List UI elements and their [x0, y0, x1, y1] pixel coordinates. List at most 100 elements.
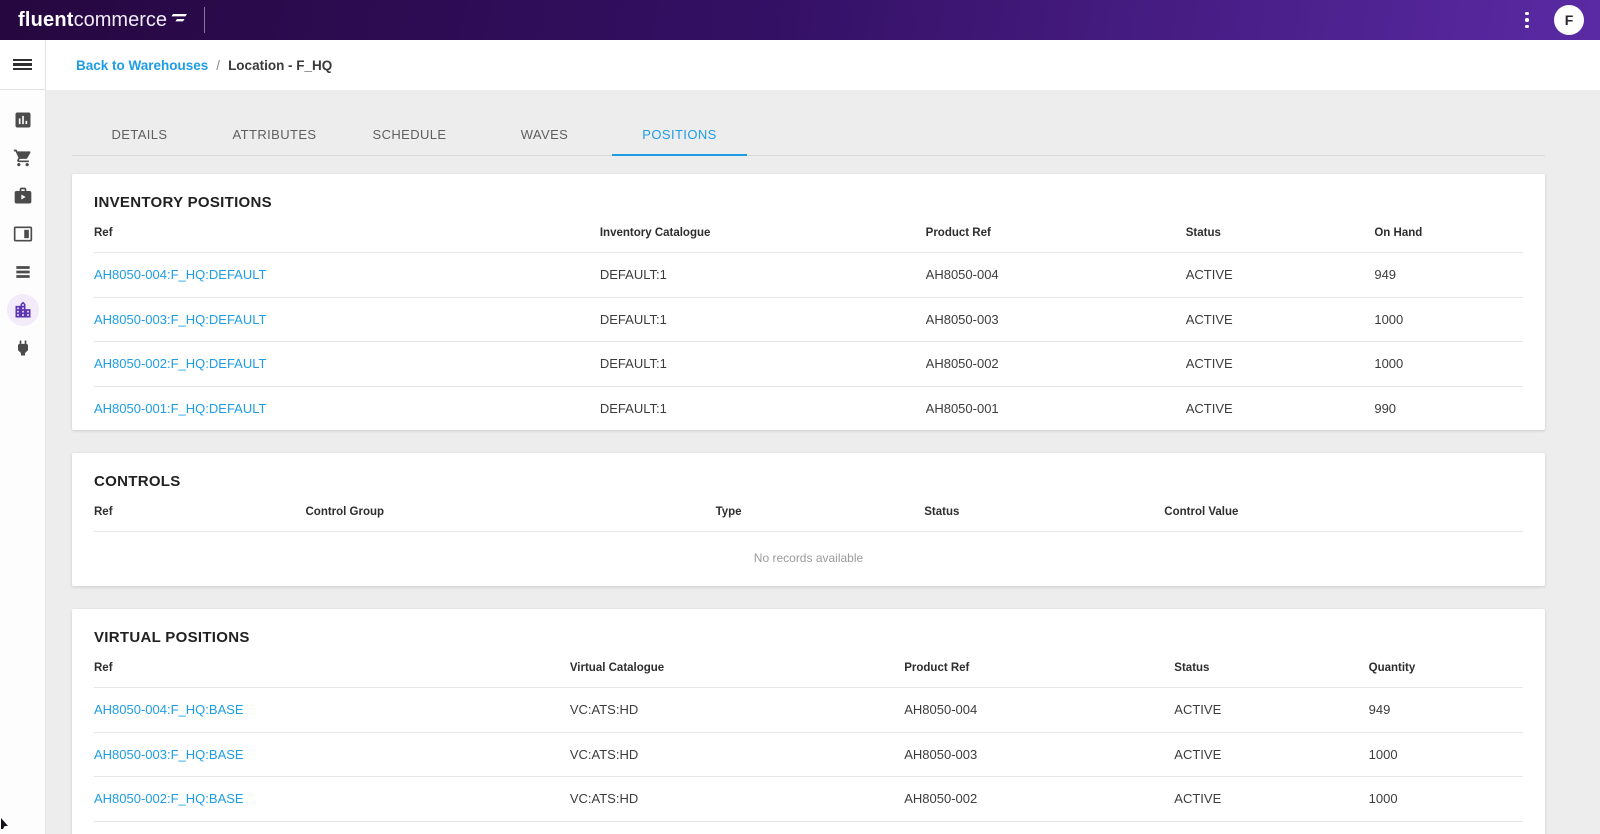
- table-cell: AH8050-002: [904, 791, 978, 807]
- table-cell: AH8050-004: [925, 267, 999, 283]
- table-cell: VC:ATS:HD: [569, 746, 639, 762]
- table-cell: 949: [1368, 702, 1391, 718]
- sidebar-icon-list: [6, 90, 39, 370]
- controls-table: Ref Control Group Type Status Control Value …: [94, 506, 1523, 586]
- table-cell: AH8050-001: [925, 400, 999, 416]
- page-title: Location - F_HQ: [228, 57, 333, 73]
- table-cell: ACTIVE: [1174, 791, 1222, 807]
- table-cell: DEFAULT:1: [599, 400, 667, 416]
- top-header: fluent commerce F: [0, 0, 1600, 40]
- tab-positions[interactable]: POSITIONS: [612, 117, 747, 156]
- table-cell: 949: [1374, 267, 1397, 283]
- plug-icon: [17, 340, 28, 356]
- table-cell: ACTIVE: [1185, 267, 1233, 283]
- section-title: CONTROLS: [94, 473, 181, 490]
- inventory-positions-card: INVENTORY POSITIONS Ref Inventory Catalog…: [72, 174, 1545, 430]
- column-header: Virtual Catalogue: [569, 662, 665, 674]
- sidebar-item-bar-chart[interactable]: [7, 104, 39, 136]
- bar-chart-icon: [15, 112, 30, 128]
- sidebar-item-briefcase-play[interactable]: [7, 180, 39, 212]
- column-header: Quantity: [1368, 662, 1416, 674]
- column-header: Type: [715, 506, 742, 518]
- hamburger-menu-icon[interactable]: [0, 40, 45, 90]
- back-to-warehouses-link[interactable]: Back to Warehouses: [76, 58, 208, 73]
- table-row: AH8050-002:F_HQ:BASE VC:ATS:HD AH8050-002 A…: [94, 776, 1523, 821]
- virtual-positions-table: Ref Virtual Catalogue Product Ref Status Qua…: [94, 662, 1523, 834]
- overflow-menu-icon[interactable]: [1514, 8, 1540, 33]
- table-cell: 1000: [1368, 746, 1398, 762]
- column-header: On Hand: [1374, 227, 1423, 239]
- sidebar-item-list[interactable]: [7, 256, 39, 288]
- table-cell: DEFAULT:1: [599, 267, 667, 283]
- column-header: Ref: [94, 662, 113, 674]
- brand-glyph-icon: [170, 11, 188, 29]
- row-ref-link[interactable]: AH8050-004:F_HQ:DEFAULT: [94, 267, 600, 282]
- table-row: AH8050-004:F_HQ:BASE VC:ATS:HD AH8050-004 A…: [94, 687, 1523, 732]
- tab-schedule[interactable]: SCHEDULE: [342, 117, 477, 155]
- table-cell: ACTIVE: [1185, 356, 1233, 372]
- table-row-partial: [94, 820, 1523, 834]
- column-header: Inventory Catalogue: [599, 227, 711, 239]
- tab-details[interactable]: DETAILS: [72, 117, 207, 155]
- table-cell: 990: [1374, 400, 1397, 416]
- row-ref-link[interactable]: AH8050-002:F_HQ:BASE: [94, 791, 570, 806]
- sidebar-item-plug[interactable]: [7, 332, 39, 364]
- list-icon: [15, 266, 30, 278]
- table-cell: 1000: [1374, 356, 1404, 372]
- tab-waves[interactable]: WAVES: [477, 117, 612, 155]
- breadcrumb-separator: /: [216, 57, 221, 73]
- briefcase-play-icon: [14, 187, 31, 204]
- column-header: Status: [1174, 662, 1210, 674]
- column-header: Product Ref: [925, 227, 991, 239]
- column-header: Status: [1185, 227, 1221, 239]
- breadcrumb: Back to Warehouses / Location - F_HQ: [46, 40, 1600, 90]
- row-ref-link[interactable]: AH8050-003:F_HQ:BASE: [94, 747, 570, 762]
- sidebar-item-card-panel[interactable]: [7, 218, 39, 250]
- table-cell: ACTIVE: [1185, 311, 1233, 327]
- tab-attributes[interactable]: ATTRIBUTES: [207, 117, 342, 155]
- table-row: AH8050-004:F_HQ:DEFAULT DEFAULT:1 AH8050-0…: [94, 252, 1523, 297]
- table-row: AH8050-003:F_HQ:BASE VC:ATS:HD AH8050-003 A…: [94, 731, 1523, 777]
- row-ref-link[interactable]: AH8050-002:F_HQ:DEFAULT: [94, 356, 600, 371]
- table-cell: DEFAULT:1: [599, 356, 667, 372]
- column-header: Status: [924, 506, 960, 518]
- left-sidebar: [0, 40, 46, 834]
- shopping-cart-icon: [13, 149, 31, 167]
- table-cell: 1000: [1368, 791, 1398, 807]
- row-ref-link[interactable]: AH8050-004:F_HQ:BASE: [94, 702, 570, 717]
- table-cell: ACTIVE: [1174, 702, 1222, 718]
- controls-card: CONTROLS Ref Control Group Type Status Contr…: [72, 453, 1545, 586]
- location-tabs: DETAILS ATTRIBUTES SCHEDULE WAVES POSITIONS: [72, 117, 1545, 156]
- table-cell: 1000: [1374, 311, 1404, 327]
- buildings-icon: [15, 301, 30, 318]
- column-header: Control Group: [305, 506, 385, 518]
- user-avatar[interactable]: F: [1554, 5, 1584, 35]
- column-header: Product Ref: [904, 662, 970, 674]
- column-header: Ref: [94, 506, 113, 518]
- section-title: VIRTUAL POSITIONS: [94, 629, 250, 646]
- sidebar-item-buildings[interactable]: [6, 294, 39, 326]
- column-header: Control Value: [1164, 506, 1239, 518]
- inventory-positions-table: Ref Inventory Catalogue Product Ref Status O…: [94, 227, 1523, 430]
- header-divider: [204, 7, 205, 33]
- table-cell: AH8050-003: [925, 311, 999, 327]
- table-cell: AH8050-004: [904, 702, 978, 718]
- table-cell: AH8050-003: [904, 746, 978, 762]
- column-header: Ref: [94, 227, 113, 239]
- mouse-cursor: [0, 815, 12, 834]
- virtual-positions-card: VIRTUAL POSITIONS Ref Virtual Catalogue Pr…: [72, 609, 1545, 834]
- brand-bold-text: fluent: [18, 8, 74, 31]
- table-cell: VC:ATS:HD: [569, 791, 639, 807]
- row-ref-link[interactable]: AH8050-003:F_HQ:DEFAULT: [94, 312, 600, 327]
- brand-light-text: commerce: [73, 8, 167, 31]
- table-cell: DEFAULT:1: [599, 311, 667, 327]
- fluent-commerce-logo[interactable]: fluent commerce: [18, 9, 188, 32]
- sidebar-item-shopping-cart[interactable]: [7, 142, 39, 174]
- card-panel-icon: [13, 226, 32, 242]
- table-cell: ACTIVE: [1174, 746, 1222, 762]
- table-cell: ACTIVE: [1185, 400, 1233, 416]
- empty-message: No records available: [94, 531, 1523, 586]
- row-ref-link[interactable]: AH8050-001:F_HQ:DEFAULT: [94, 401, 600, 416]
- table-cell: AH8050-002: [925, 356, 999, 372]
- table-row: AH8050-002:F_HQ:DEFAULT DEFAULT:1 AH8050-0…: [94, 341, 1523, 386]
